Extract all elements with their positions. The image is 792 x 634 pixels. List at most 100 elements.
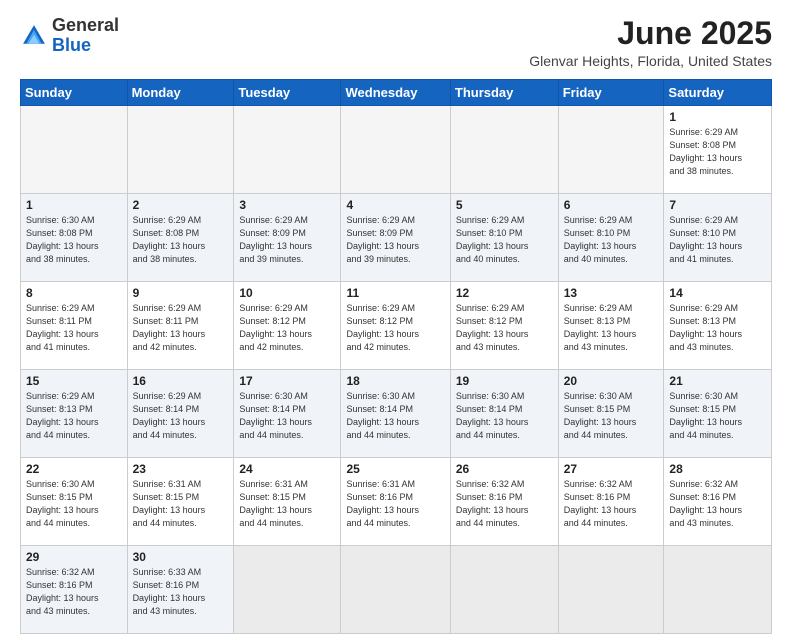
table-cell: 22 Sunrise: 6:30 AMSunset: 8:15 PMDayligh… xyxy=(21,458,128,546)
day-number: 19 xyxy=(456,374,553,388)
day-info: Sunrise: 6:31 AMSunset: 8:15 PMDaylight:… xyxy=(239,478,335,530)
day-number: 29 xyxy=(26,550,122,564)
table-cell: 25Sunrise: 6:31 AMSunset: 8:16 PMDayligh… xyxy=(341,458,450,546)
table-cell: 6 Sunrise: 6:29 AMSunset: 8:10 PMDaylight… xyxy=(558,194,664,282)
day-number: 6 xyxy=(564,198,659,212)
day-number: 7 xyxy=(669,198,766,212)
table-cell: 10Sunrise: 6:29 AMSunset: 8:12 PMDayligh… xyxy=(234,282,341,370)
table-cell xyxy=(234,106,341,194)
table-cell: 19 Sunrise: 6:30 AMSunset: 8:14 PMDayligh… xyxy=(450,370,558,458)
day-number: 15 xyxy=(26,374,122,388)
table-cell: 26 Sunrise: 6:32 AMSunset: 8:16 PMDayligh… xyxy=(450,458,558,546)
col-monday: Monday xyxy=(127,80,234,106)
day-info: Sunrise: 6:29 AMSunset: 8:12 PMDaylight:… xyxy=(456,302,553,354)
day-info: Sunrise: 6:30 AMSunset: 8:14 PMDaylight:… xyxy=(456,390,553,442)
month-title: June 2025 xyxy=(529,16,772,51)
day-number: 26 xyxy=(456,462,553,476)
day-number: 27 xyxy=(564,462,659,476)
day-info: Sunrise: 6:29 AMSunset: 8:10 PMDaylight:… xyxy=(564,214,659,266)
logo-icon xyxy=(20,22,48,50)
col-saturday: Saturday xyxy=(664,80,772,106)
calendar-row: 1Sunrise: 6:30 AMSunset: 8:08 PMDaylight… xyxy=(21,194,772,282)
day-number: 12 xyxy=(456,286,553,300)
day-number: 22 xyxy=(26,462,122,476)
day-info: Sunrise: 6:33 AMSunset: 8:16 PMDaylight:… xyxy=(133,566,229,618)
day-number: 2 xyxy=(133,198,229,212)
table-cell xyxy=(127,106,234,194)
table-cell: 18 Sunrise: 6:30 AMSunset: 8:14 PMDayligh… xyxy=(341,370,450,458)
day-info: Sunrise: 6:29 AMSunset: 8:10 PMDaylight:… xyxy=(669,214,766,266)
table-cell: 5 Sunrise: 6:29 AMSunset: 8:10 PMDaylight… xyxy=(450,194,558,282)
table-cell: 4 Sunrise: 6:29 AMSunset: 8:09 PMDaylight… xyxy=(341,194,450,282)
table-cell: 20Sunrise: 6:30 AMSunset: 8:15 PMDayligh… xyxy=(558,370,664,458)
table-cell: 3Sunrise: 6:29 AMSunset: 8:09 PMDaylight… xyxy=(234,194,341,282)
table-cell: 27 Sunrise: 6:32 AMSunset: 8:16 PMDayligh… xyxy=(558,458,664,546)
day-info: Sunrise: 6:30 AMSunset: 8:08 PMDaylight:… xyxy=(26,214,122,266)
day-number: 18 xyxy=(346,374,444,388)
logo-blue: Blue xyxy=(52,35,91,55)
table-cell: 2 Sunrise: 6:29 AMSunset: 8:08 PMDaylight… xyxy=(127,194,234,282)
day-number: 23 xyxy=(133,462,229,476)
day-info: Sunrise: 6:32 AMSunset: 8:16 PMDaylight:… xyxy=(669,478,766,530)
day-info: Sunrise: 6:32 AMSunset: 8:16 PMDaylight:… xyxy=(456,478,553,530)
calendar-row: 8Sunrise: 6:29 AMSunset: 8:11 PMDaylight… xyxy=(21,282,772,370)
day-number: 30 xyxy=(133,550,229,564)
day-info: Sunrise: 6:32 AMSunset: 8:16 PMDaylight:… xyxy=(26,566,122,618)
table-cell xyxy=(234,546,341,634)
table-cell xyxy=(664,546,772,634)
day-info: Sunrise: 6:29 AMSunset: 8:08 PMDaylight:… xyxy=(669,126,766,178)
day-number: 1 xyxy=(669,110,766,124)
day-info: Sunrise: 6:29 AMSunset: 8:09 PMDaylight:… xyxy=(346,214,444,266)
col-tuesday: Tuesday xyxy=(234,80,341,106)
day-number: 11 xyxy=(346,286,444,300)
page: General Blue June 2025 Glenvar Heights, … xyxy=(0,0,792,612)
location: Glenvar Heights, Florida, United States xyxy=(529,53,772,69)
day-number: 24 xyxy=(239,462,335,476)
table-cell: 30 Sunrise: 6:33 AMSunset: 8:16 PMDayligh… xyxy=(127,546,234,634)
day-number: 4 xyxy=(346,198,444,212)
table-cell: 17 Sunrise: 6:30 AMSunset: 8:14 PMDayligh… xyxy=(234,370,341,458)
table-cell: 13 Sunrise: 6:29 AMSunset: 8:13 PMDayligh… xyxy=(558,282,664,370)
col-wednesday: Wednesday xyxy=(341,80,450,106)
title-block: June 2025 Glenvar Heights, Florida, Unit… xyxy=(529,16,772,69)
day-info: Sunrise: 6:29 AMSunset: 8:12 PMDaylight:… xyxy=(346,302,444,354)
day-info: Sunrise: 6:31 AMSunset: 8:16 PMDaylight:… xyxy=(346,478,444,530)
table-cell xyxy=(450,106,558,194)
day-info: Sunrise: 6:29 AMSunset: 8:10 PMDaylight:… xyxy=(456,214,553,266)
calendar-row: 15Sunrise: 6:29 AMSunset: 8:13 PMDayligh… xyxy=(21,370,772,458)
calendar-row: 22 Sunrise: 6:30 AMSunset: 8:15 PMDayligh… xyxy=(21,458,772,546)
day-info: Sunrise: 6:32 AMSunset: 8:16 PMDaylight:… xyxy=(564,478,659,530)
day-info: Sunrise: 6:30 AMSunset: 8:15 PMDaylight:… xyxy=(669,390,766,442)
table-cell: 12 Sunrise: 6:29 AMSunset: 8:12 PMDayligh… xyxy=(450,282,558,370)
table-cell: 28 Sunrise: 6:32 AMSunset: 8:16 PMDayligh… xyxy=(664,458,772,546)
col-sunday: Sunday xyxy=(21,80,128,106)
day-info: Sunrise: 6:29 AMSunset: 8:11 PMDaylight:… xyxy=(133,302,229,354)
day-number: 5 xyxy=(456,198,553,212)
logo: General Blue xyxy=(20,16,119,56)
day-info: Sunrise: 6:29 AMSunset: 8:13 PMDaylight:… xyxy=(564,302,659,354)
calendar-row: 1 Sunrise: 6:29 AMSunset: 8:08 PMDaylight… xyxy=(21,106,772,194)
table-cell xyxy=(21,106,128,194)
day-info: Sunrise: 6:30 AMSunset: 8:15 PMDaylight:… xyxy=(564,390,659,442)
table-cell: 21Sunrise: 6:30 AMSunset: 8:15 PMDayligh… xyxy=(664,370,772,458)
day-info: Sunrise: 6:29 AMSunset: 8:11 PMDaylight:… xyxy=(26,302,122,354)
day-info: Sunrise: 6:30 AMSunset: 8:15 PMDaylight:… xyxy=(26,478,122,530)
table-cell xyxy=(450,546,558,634)
table-cell: 8Sunrise: 6:29 AMSunset: 8:11 PMDaylight… xyxy=(21,282,128,370)
table-cell: 7 Sunrise: 6:29 AMSunset: 8:10 PMDaylight… xyxy=(664,194,772,282)
table-cell: 24 Sunrise: 6:31 AMSunset: 8:15 PMDayligh… xyxy=(234,458,341,546)
day-info: Sunrise: 6:29 AMSunset: 8:08 PMDaylight:… xyxy=(133,214,229,266)
day-number: 10 xyxy=(239,286,335,300)
table-cell xyxy=(341,546,450,634)
day-number: 28 xyxy=(669,462,766,476)
day-info: Sunrise: 6:31 AMSunset: 8:15 PMDaylight:… xyxy=(133,478,229,530)
table-cell: 11 Sunrise: 6:29 AMSunset: 8:12 PMDayligh… xyxy=(341,282,450,370)
day-info: Sunrise: 6:30 AMSunset: 8:14 PMDaylight:… xyxy=(239,390,335,442)
table-cell: 14Sunrise: 6:29 AMSunset: 8:13 PMDayligh… xyxy=(664,282,772,370)
day-number: 16 xyxy=(133,374,229,388)
day-number: 13 xyxy=(564,286,659,300)
day-number: 9 xyxy=(133,286,229,300)
table-cell xyxy=(558,546,664,634)
day-info: Sunrise: 6:30 AMSunset: 8:14 PMDaylight:… xyxy=(346,390,444,442)
day-number: 17 xyxy=(239,374,335,388)
